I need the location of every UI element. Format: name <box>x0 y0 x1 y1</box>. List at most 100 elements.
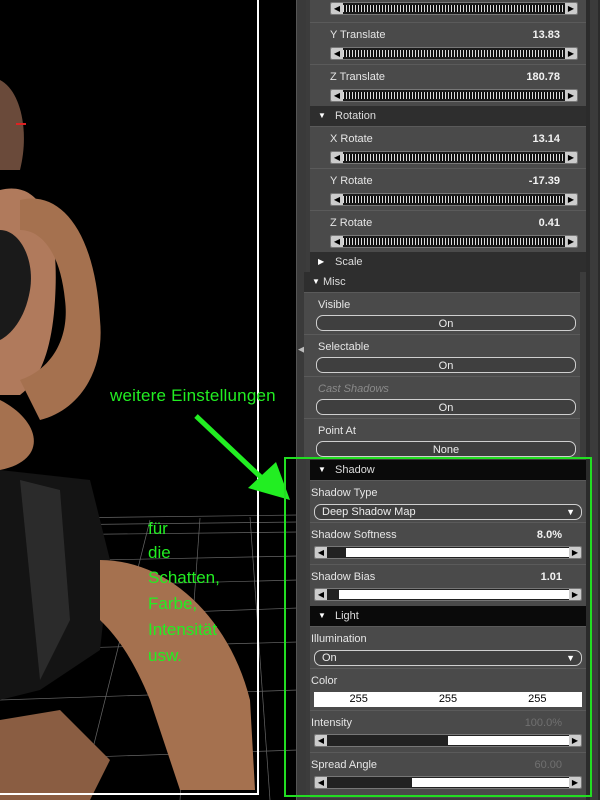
annotation-line: Intensität <box>148 620 217 639</box>
expand-triangle-icon: ▶ <box>318 257 325 266</box>
property-cast-shadows[interactable]: Cast Shadows On <box>304 376 580 418</box>
property-x-rotate[interactable]: X Rotate 13.14 ◀ ▶ <box>310 126 586 168</box>
scrollbar-thumb[interactable] <box>590 0 598 800</box>
slider-right-arrow-icon[interactable]: ▶ <box>569 547 581 558</box>
z-translate-slider[interactable]: ◀ ▶ <box>330 89 578 102</box>
property-illumination[interactable]: Illumination On ▼ <box>310 626 586 668</box>
slider-right-arrow-icon[interactable]: ▶ <box>569 735 581 746</box>
property-shadow-softness[interactable]: Shadow Softness 8.0% ◀ ▶ <box>310 522 586 564</box>
property-value[interactable]: 13.14 <box>532 133 560 145</box>
section-label: Misc <box>323 276 346 288</box>
collapse-triangle-icon: ▼ <box>312 277 320 286</box>
section-label: Shadow <box>335 464 375 476</box>
property-y-rotate[interactable]: Y Rotate -17.39 ◀ ▶ <box>310 168 586 210</box>
property-label: Y Translate <box>330 29 386 41</box>
section-rotation[interactable]: ▼ Rotation <box>310 106 586 126</box>
annotation-line: Farbe, <box>148 594 198 613</box>
slider-left-arrow-icon[interactable]: ◀ <box>331 3 343 14</box>
property-label: Z Translate <box>330 71 386 83</box>
property-label: Shadow Type <box>311 487 378 499</box>
illumination-dropdown[interactable]: On ▼ <box>314 650 582 666</box>
color-blue-value[interactable]: 255 <box>493 692 582 707</box>
cast-shadows-toggle-button[interactable]: On <box>316 399 576 415</box>
property-intensity[interactable]: Intensity 100.0% ◀ ▶ <box>310 710 586 752</box>
property-value[interactable]: 0.41 <box>539 217 560 229</box>
point-at-button[interactable]: None <box>316 441 576 457</box>
slider-left-arrow-icon[interactable]: ◀ <box>315 547 327 558</box>
property-value[interactable]: 1.01 <box>541 571 562 583</box>
y-rotate-slider[interactable]: ◀ ▶ <box>330 193 578 206</box>
section-light[interactable]: ▼ Light <box>310 606 586 626</box>
slider-right-arrow-icon[interactable]: ▶ <box>565 48 577 59</box>
annotation-line: für <box>148 519 168 538</box>
property-label: Illumination <box>311 633 367 645</box>
dropdown-arrow-icon: ▼ <box>566 507 575 517</box>
annotation-line: usw. <box>148 646 183 665</box>
collapse-triangle-icon: ▼ <box>318 465 326 474</box>
shadow-bias-slider[interactable]: ◀ ▶ <box>314 588 582 601</box>
collapse-triangle-icon: ▼ <box>318 611 326 620</box>
slider-right-arrow-icon[interactable]: ▶ <box>569 777 581 788</box>
slider-left-arrow-icon[interactable]: ◀ <box>315 589 327 600</box>
viewport[interactable]: weitere Einstellungen für die Schatten, … <box>0 0 298 800</box>
section-label: Rotation <box>335 110 376 122</box>
spread-angle-slider[interactable]: ◀ ▶ <box>314 776 582 789</box>
property-value[interactable]: 13.83 <box>532 29 560 41</box>
section-label: Scale <box>335 256 363 268</box>
slider-right-arrow-icon[interactable]: ▶ <box>565 194 577 205</box>
property-label: Selectable <box>318 341 370 353</box>
slider-left-arrow-icon[interactable]: ◀ <box>315 777 327 788</box>
property-spread-angle[interactable]: Spread Angle 60.00 ◀ ▶ <box>310 752 586 798</box>
annotation-main: weitere Einstellungen <box>110 386 276 405</box>
slider-left-arrow-icon[interactable]: ◀ <box>315 735 327 746</box>
slider[interactable]: ◀ ▶ <box>330 2 578 15</box>
color-green-value[interactable]: 255 <box>403 692 492 707</box>
property-visible[interactable]: Visible On <box>304 292 580 334</box>
slider-fill <box>339 590 569 599</box>
slider-right-arrow-icon[interactable]: ▶ <box>565 236 577 247</box>
annotation-line: die <box>148 543 171 562</box>
slider-right-arrow-icon[interactable]: ▶ <box>565 3 577 14</box>
dropdown-arrow-icon: ▼ <box>566 653 575 663</box>
slider-right-arrow-icon[interactable]: ▶ <box>565 90 577 101</box>
property-shadow-bias[interactable]: Shadow Bias 1.01 ◀ ▶ <box>310 564 586 606</box>
section-shadow[interactable]: ▼ Shadow <box>310 460 586 480</box>
property-shadow-type[interactable]: Shadow Type Deep Shadow Map ▼ <box>310 480 586 522</box>
slider-left-arrow-icon[interactable]: ◀ <box>331 48 343 59</box>
property-value[interactable]: 100.0% <box>525 717 562 729</box>
collapse-triangle-icon: ▼ <box>318 111 326 120</box>
property-point-at[interactable]: Point At None <box>304 418 580 458</box>
slider-left-arrow-icon[interactable]: ◀ <box>331 90 343 101</box>
slider-left-arrow-icon[interactable]: ◀ <box>331 236 343 247</box>
selectable-toggle-button[interactable]: On <box>316 357 576 373</box>
color-swatch[interactable]: 255 255 255 <box>314 692 582 707</box>
property-value[interactable]: 180.78 <box>526 71 560 83</box>
y-translate-slider[interactable]: ◀ ▶ <box>330 47 578 60</box>
visible-toggle-button[interactable]: On <box>316 315 576 331</box>
property-x-translate-partial[interactable]: ◀ ▶ <box>310 0 586 22</box>
property-color[interactable]: Color 255 255 255 <box>310 668 586 710</box>
property-z-translate[interactable]: Z Translate 180.78 ◀ ▶ <box>310 64 586 106</box>
slider-left-arrow-icon[interactable]: ◀ <box>331 152 343 163</box>
color-red-value[interactable]: 255 <box>314 692 403 707</box>
slider-right-arrow-icon[interactable]: ▶ <box>569 589 581 600</box>
intensity-slider[interactable]: ◀ ▶ <box>314 734 582 747</box>
property-label: Color <box>311 675 338 687</box>
property-z-rotate[interactable]: Z Rotate 0.41 ◀ ▶ <box>310 210 586 252</box>
x-rotate-slider[interactable]: ◀ ▶ <box>330 151 578 164</box>
property-value[interactable]: 60.00 <box>534 759 562 771</box>
section-misc[interactable]: ▼ Misc <box>304 272 580 292</box>
property-label: Spread Angle <box>311 759 378 771</box>
shadow-type-dropdown[interactable]: Deep Shadow Map ▼ <box>314 504 582 520</box>
z-rotate-slider[interactable]: ◀ ▶ <box>330 235 578 248</box>
property-label: Y Rotate <box>330 175 373 187</box>
shadow-softness-slider[interactable]: ◀ ▶ <box>314 546 582 559</box>
property-y-translate[interactable]: Y Translate 13.83 ◀ ▶ <box>310 22 586 64</box>
property-selectable[interactable]: Selectable On <box>304 334 580 376</box>
property-value[interactable]: -17.39 <box>529 175 560 187</box>
property-label: Z Rotate <box>330 217 373 229</box>
slider-left-arrow-icon[interactable]: ◀ <box>331 194 343 205</box>
slider-right-arrow-icon[interactable]: ▶ <box>565 152 577 163</box>
section-scale[interactable]: ▶ Scale <box>310 252 586 272</box>
property-value[interactable]: 8.0% <box>537 529 562 541</box>
